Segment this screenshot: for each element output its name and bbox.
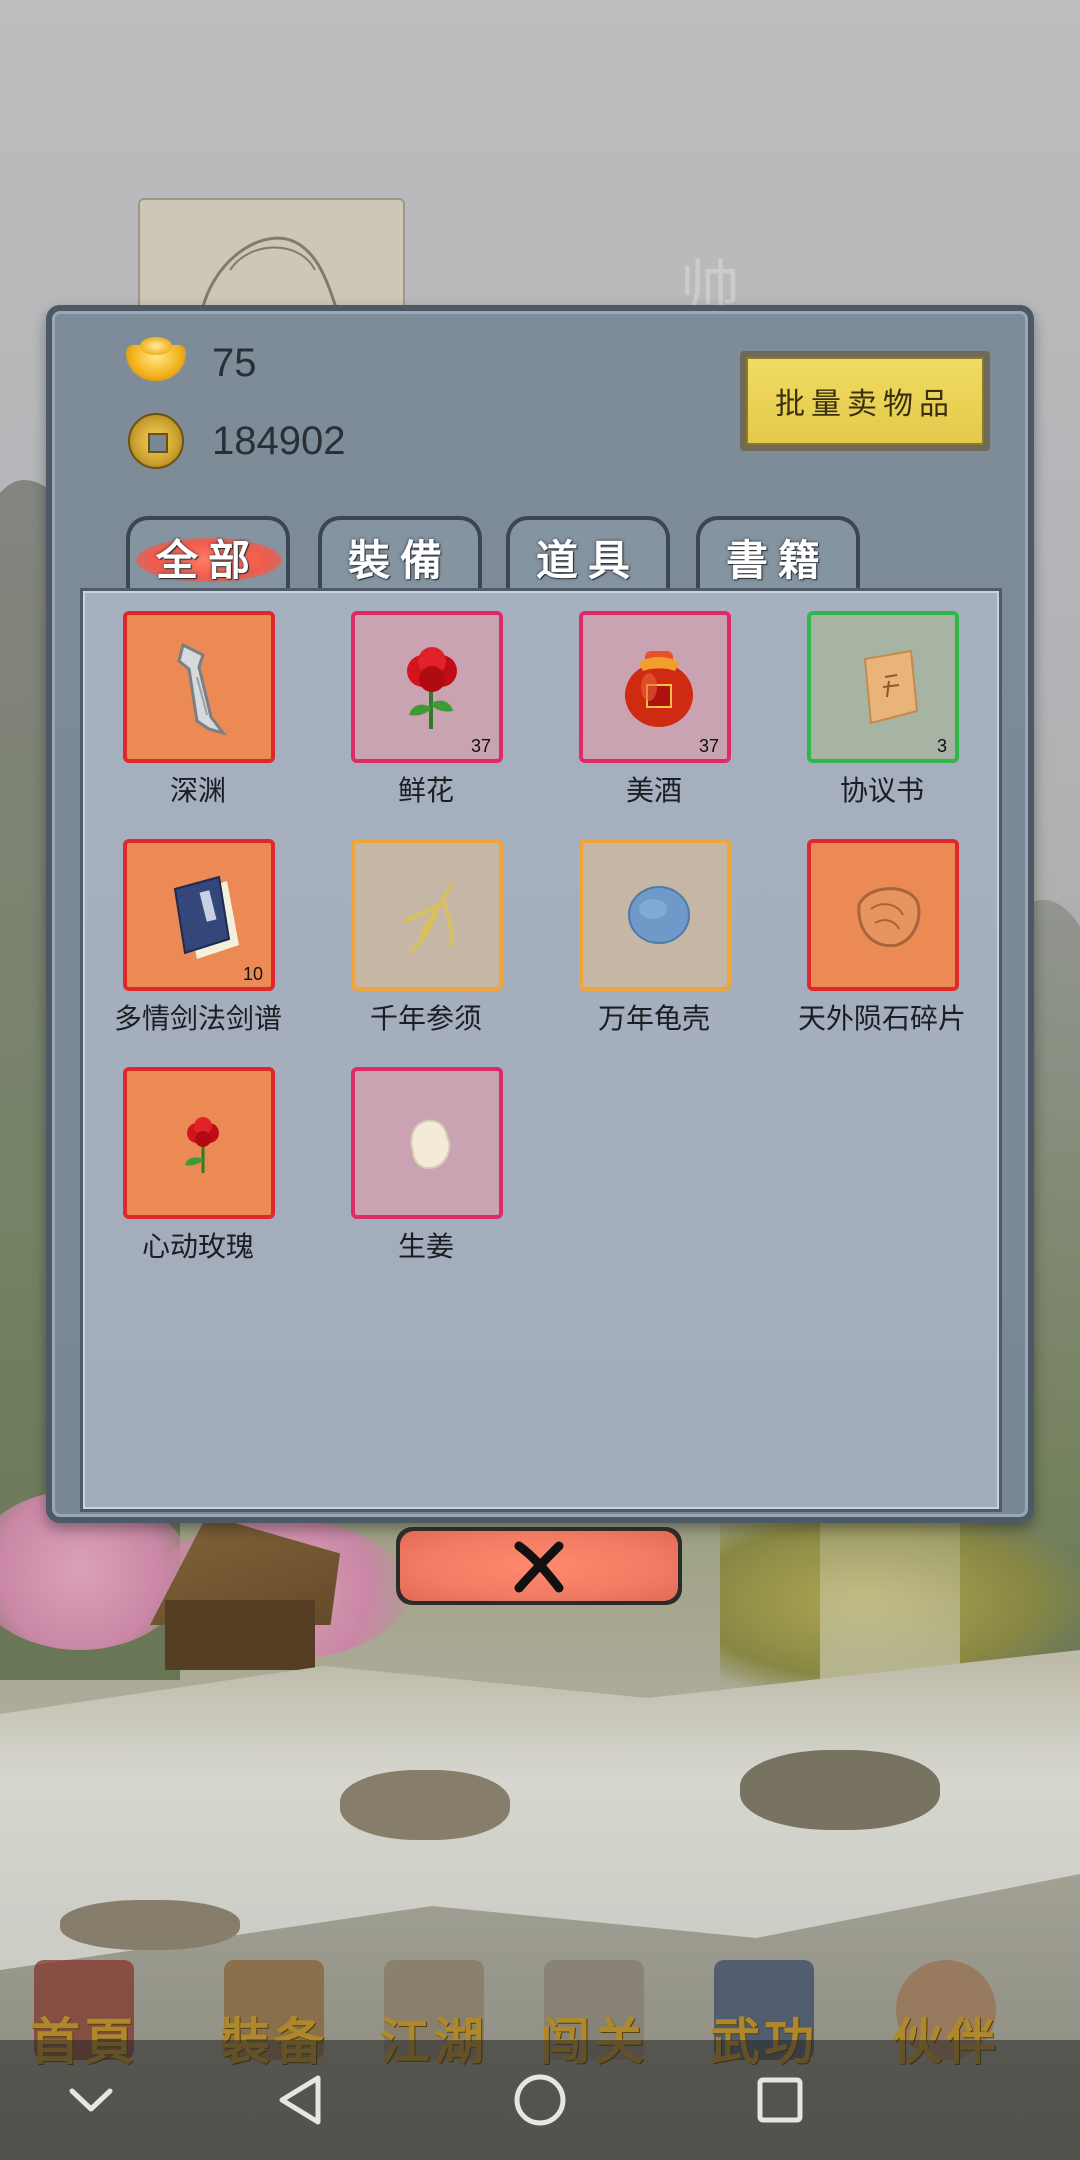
item-name: 美酒 bbox=[625, 774, 682, 807]
turtle-shell-icon bbox=[628, 886, 690, 944]
item-slot[interactable] bbox=[351, 1067, 503, 1219]
ginger-icon bbox=[410, 1119, 451, 1169]
item-slot[interactable]: 37 bbox=[579, 611, 731, 763]
tab-props[interactable]: 道具 bbox=[506, 516, 670, 594]
item-slot[interactable]: 3 bbox=[807, 611, 959, 763]
item-slot[interactable] bbox=[123, 1067, 275, 1219]
ingot-amount: 75 bbox=[212, 340, 257, 385]
tab-label: 書籍 bbox=[725, 535, 830, 585]
rose-icon bbox=[185, 1117, 219, 1173]
inventory-item[interactable]: 37 鲜花 bbox=[345, 611, 505, 811]
inventory-item[interactable]: 37 美酒 bbox=[573, 611, 733, 811]
close-icon bbox=[514, 1541, 564, 1593]
ginseng-icon bbox=[403, 883, 454, 953]
inventory-item[interactable]: 10 多情剑法剑谱 bbox=[114, 839, 282, 1039]
coin-currency: 184902 bbox=[122, 411, 345, 471]
gold-ingot-icon bbox=[122, 333, 190, 393]
item-count: 3 bbox=[936, 736, 947, 756]
item-name: 鲜花 bbox=[397, 774, 454, 807]
item-slot[interactable] bbox=[351, 839, 503, 991]
batch-sell-button[interactable]: 批量卖物品 bbox=[740, 351, 990, 451]
scroll-paper-icon bbox=[863, 649, 919, 725]
ingot-currency: 75 bbox=[122, 333, 257, 393]
tab-label: 裝備 bbox=[347, 535, 452, 585]
sword-icon bbox=[177, 642, 227, 736]
batch-sell-label: 批量卖物品 bbox=[746, 357, 984, 445]
inventory-item[interactable]: 3 协议书 bbox=[801, 611, 961, 811]
item-name: 生姜 bbox=[397, 1230, 454, 1263]
inventory-item[interactable]: 心动玫瑰 bbox=[117, 1067, 277, 1267]
meteorite-icon bbox=[857, 887, 921, 948]
item-name: 心动玫瑰 bbox=[141, 1230, 254, 1263]
wine-jar-icon bbox=[625, 651, 693, 727]
inventory-item[interactable]: 万年龟壳 bbox=[573, 839, 733, 1039]
item-count: 37 bbox=[470, 736, 491, 756]
item-name: 万年龟壳 bbox=[597, 1002, 710, 1035]
rose-icon bbox=[407, 647, 457, 729]
inventory-panel: 75 184902 批量卖物品 全部 裝備 道具 書籍 深渊 37 鲜花 37 … bbox=[46, 305, 1034, 1523]
copper-coin-icon bbox=[122, 411, 190, 471]
tab-label: 全部 bbox=[155, 535, 260, 585]
item-grid: 深渊 37 鲜花 37 美酒 3 协议书 10 多情剑法剑谱 千年参须 万年龟壳… bbox=[80, 588, 1002, 1512]
item-count: 37 bbox=[698, 736, 719, 756]
tab-books[interactable]: 書籍 bbox=[696, 516, 860, 594]
item-name: 深渊 bbox=[169, 774, 226, 807]
tab-equipment[interactable]: 裝備 bbox=[318, 516, 482, 594]
item-count: 10 bbox=[242, 964, 263, 984]
item-slot[interactable]: 10 bbox=[123, 839, 275, 991]
item-slot[interactable] bbox=[807, 839, 959, 991]
item-name: 千年参须 bbox=[369, 1002, 482, 1035]
tab-label: 道具 bbox=[535, 535, 640, 585]
item-slot[interactable] bbox=[123, 611, 275, 763]
item-name: 天外陨石碎片 bbox=[797, 1002, 966, 1035]
inventory-item[interactable]: 天外陨石碎片 bbox=[798, 839, 966, 1039]
item-name: 多情剑法剑谱 bbox=[113, 1002, 282, 1035]
inventory-item[interactable]: 深渊 bbox=[117, 611, 277, 811]
tab-all[interactable]: 全部 bbox=[126, 516, 290, 594]
close-button[interactable] bbox=[396, 1527, 682, 1605]
coin-amount: 184902 bbox=[212, 418, 346, 463]
item-slot[interactable]: 37 bbox=[351, 611, 503, 763]
book-icon bbox=[173, 875, 239, 959]
inventory-item[interactable]: 生姜 bbox=[345, 1067, 505, 1267]
item-slot[interactable] bbox=[579, 839, 731, 991]
inventory-item[interactable]: 千年参须 bbox=[345, 839, 505, 1039]
item-name: 协议书 bbox=[839, 774, 924, 807]
